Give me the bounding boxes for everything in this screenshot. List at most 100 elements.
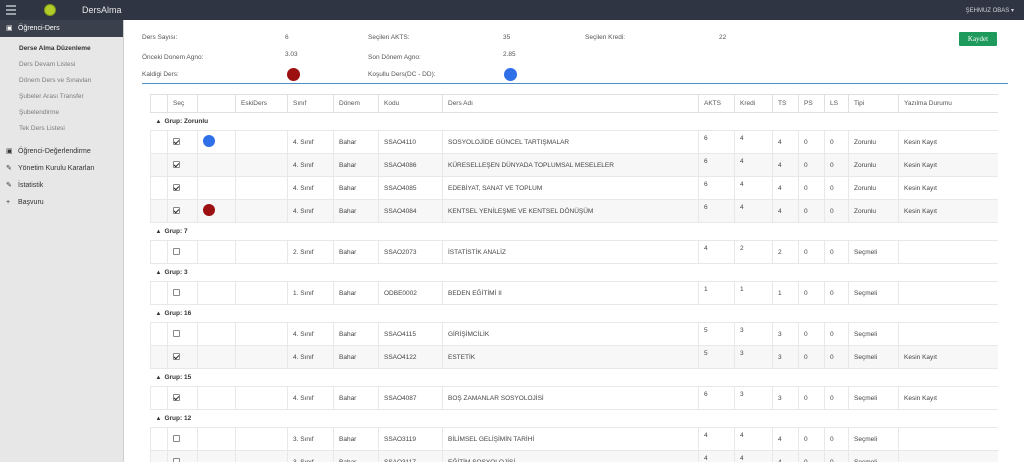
sidebar-item-4[interactable]: Şubelendirme xyxy=(0,105,123,121)
select-checkbox[interactable] xyxy=(173,161,180,169)
user-menu[interactable]: ŞEHMUZ OBAS ▾ xyxy=(966,7,1014,14)
yazilma-durumu-cell: Kesin Kayıt xyxy=(898,153,998,177)
sinif-cell: 4. Sınıf xyxy=(287,386,334,410)
group-row[interactable]: ▲ Grup: Zorunlu xyxy=(150,112,998,131)
empty-cell xyxy=(150,386,168,410)
plus-icon: + xyxy=(6,199,11,206)
sidebar-section-3[interactable]: ✎ İstatistik xyxy=(0,177,123,194)
kredi-cell: 3 xyxy=(734,322,773,346)
ts-cell: 4 xyxy=(772,176,799,200)
group-label: Grup: 16 xyxy=(164,310,192,317)
eski-ders-cell xyxy=(235,153,288,177)
status-dot-cell xyxy=(197,450,236,462)
sidebar-section-label: Yönetim Kurulu Kararları xyxy=(18,165,95,172)
group-row[interactable]: ▲ Grup: 7 xyxy=(150,222,998,241)
sidebar-item-0[interactable]: Derse Alma Düzenleme xyxy=(0,41,123,57)
empty-cell xyxy=(150,322,168,346)
table-row[interactable]: 4. Sınıf Bahar SSAO4122 ESTETİK 5 3 3 0 0 Seçmeli… xyxy=(150,345,998,369)
select-checkbox[interactable] xyxy=(173,248,180,256)
ders-adi-cell: SOSYOLOJİDE GÜNCEL TARTIŞMALAR xyxy=(442,130,699,154)
sidebar-item-3[interactable]: Şubeler Arası Transfer xyxy=(0,89,123,105)
ts-cell: 4 xyxy=(772,153,799,177)
course-table-container: Seç EskiDers Sınıf Dönem Kodu Ders Adı AKTS Kre… xyxy=(150,94,998,462)
select-checkbox[interactable] xyxy=(173,458,180,462)
son-agno-value: 2.85 xyxy=(503,51,516,58)
collapse-caret-icon[interactable]: ▲ xyxy=(156,229,162,235)
ps-cell: 0 xyxy=(798,386,825,410)
table-row[interactable]: 3. Sınıf Bahar SSAO3117 EĞİTİM SOSYOLOJİSİ 4… xyxy=(150,450,998,462)
collapse-caret-icon[interactable]: ▲ xyxy=(156,270,162,276)
sidebar-section-1[interactable]: ▣ Öğrenci-Değerlendirme xyxy=(0,143,123,160)
select-cell xyxy=(167,176,198,200)
kodu-cell: SSAO3117 xyxy=(378,450,443,462)
donem-cell: Bahar xyxy=(333,153,379,177)
donem-cell: Bahar xyxy=(333,345,379,369)
select-checkbox[interactable] xyxy=(173,353,180,361)
ts-cell: 4 xyxy=(772,427,799,451)
sidebar-item-2[interactable]: Dönem Ders ve Sınavları xyxy=(0,73,123,89)
group-row[interactable]: ▲ Grup: 3 xyxy=(150,263,998,282)
sidebar-item-1[interactable]: Ders Devam Listesi xyxy=(0,57,123,73)
collapse-caret-icon[interactable]: ▲ xyxy=(156,311,162,317)
group-row[interactable]: ▲ Grup: 15 xyxy=(150,368,998,387)
ls-cell: 0 xyxy=(824,281,849,305)
eski-ders-cell xyxy=(235,130,288,154)
table-row[interactable]: 4. Sınıf Bahar SSAO4086 KÜRESELLEŞEN DÜNYAD… xyxy=(150,153,998,177)
select-checkbox[interactable] xyxy=(173,289,180,297)
kredi-cell: 4 xyxy=(734,130,773,154)
eski-ders-cell xyxy=(235,322,288,346)
select-checkbox[interactable] xyxy=(173,435,180,443)
select-checkbox[interactable] xyxy=(173,207,180,215)
donem-cell: Bahar xyxy=(333,240,379,264)
group-row[interactable]: ▲ Grup: 16 xyxy=(150,304,998,323)
ls-cell: 0 xyxy=(824,240,849,264)
table-row[interactable]: 4. Sınıf Bahar SSAO4087 BOŞ ZAMANLAR SOSYOL… xyxy=(150,386,998,410)
ps-cell: 0 xyxy=(798,450,825,462)
ts-cell: 1 xyxy=(772,281,799,305)
table-row[interactable]: 4. Sınıf Bahar SSAO4110 SOSYOLOJİDE GÜNCEL … xyxy=(150,130,998,154)
ls-cell: 0 xyxy=(824,322,849,346)
sidebar-section-0[interactable]: ▣ Öğrenci-Ders xyxy=(0,20,123,37)
column-header xyxy=(150,94,168,113)
group-row[interactable]: ▲ Grup: 12 xyxy=(150,409,998,428)
secilen-akts-value: 35 xyxy=(503,34,511,41)
ders-adi-cell: BEDEN EĞİTİMİ II xyxy=(442,281,699,305)
app-title[interactable]: DersAlma xyxy=(82,5,122,15)
sidebar-section-2[interactable]: ✎ Yönetim Kurulu Kararları xyxy=(0,160,123,177)
akts-cell: 4 xyxy=(698,450,735,462)
tipi-cell: Seçmeli xyxy=(848,281,899,305)
hamburger-menu-icon[interactable] xyxy=(6,5,16,15)
table-row[interactable]: 3. Sınıf Bahar SSAO3119 BİLİMSEL GELİŞİMİN … xyxy=(150,427,998,451)
kredi-cell: 4 xyxy=(734,176,773,200)
tipi-cell: Seçmeli xyxy=(848,322,899,346)
select-cell xyxy=(167,345,198,369)
sidebar-section-4[interactable]: + Başvuru xyxy=(0,194,123,211)
akts-cell: 6 xyxy=(698,386,735,410)
collapse-caret-icon[interactable]: ▲ xyxy=(156,416,162,422)
empty-cell xyxy=(150,153,168,177)
select-checkbox[interactable] xyxy=(173,330,180,338)
table-row[interactable]: 4. Sınıf Bahar SSAO4084 KENTSEL YENİLEŞME V… xyxy=(150,199,998,223)
table-row[interactable]: 2. Sınıf Bahar SSAO2073 İSTATİSTİK ANALİZ 4 2… xyxy=(150,240,998,264)
kosullu-ders-indicator xyxy=(504,68,517,81)
sinif-cell: 4. Sınıf xyxy=(287,153,334,177)
ders-adi-cell: İSTATİSTİK ANALİZ xyxy=(442,240,699,264)
donem-cell: Bahar xyxy=(333,281,379,305)
table-row[interactable]: 1. Sınıf Bahar ODBE0002 BEDEN EĞİTİMİ II 1 1 1… xyxy=(150,281,998,305)
save-button[interactable]: Kaydet xyxy=(959,32,997,46)
select-checkbox[interactable] xyxy=(173,184,180,192)
collapse-caret-icon[interactable]: ▲ xyxy=(156,375,162,381)
sidebar-item-5[interactable]: Tek Ders Listesi xyxy=(0,121,123,137)
table-row[interactable]: 4. Sınıf Bahar SSAO4115 GİRİŞİMCİLİK 5 3 3 0 0 Se… xyxy=(150,322,998,346)
table-row[interactable]: 4. Sınıf Bahar SSAO4085 EDEBİYAT, SANAT VE … xyxy=(150,176,998,200)
select-checkbox[interactable] xyxy=(173,394,180,402)
sidebar-section-label: İstatistik xyxy=(18,182,44,189)
list-icon: ▣ xyxy=(6,25,13,32)
kodu-cell: SSAO4086 xyxy=(378,153,443,177)
sidebar-section-label: Öğrenci-Ders xyxy=(18,25,60,32)
status-dot-cell xyxy=(197,176,236,200)
collapse-caret-icon[interactable]: ▲ xyxy=(156,119,162,125)
ders-sayisi-value: 6 xyxy=(285,34,289,41)
select-checkbox[interactable] xyxy=(173,138,180,146)
conditional-course-indicator xyxy=(203,135,215,147)
